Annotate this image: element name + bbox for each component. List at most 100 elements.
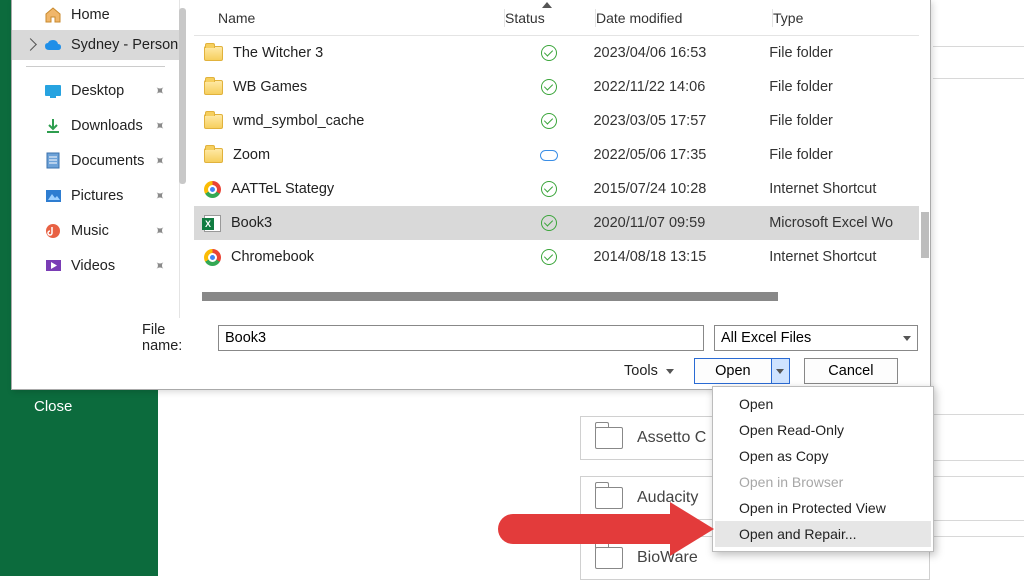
chevron-down-icon	[666, 369, 674, 374]
open-split-button[interactable]	[771, 359, 789, 383]
file-type: Internet Shortcut	[769, 181, 919, 197]
col-date[interactable]: Date modified	[596, 10, 772, 26]
home-icon	[44, 6, 62, 24]
file-name: The Witcher 3	[233, 45, 323, 61]
file-row[interactable]: wmd_symbol_cache2023/03/05 17:57File fol…	[194, 104, 919, 138]
menu-item[interactable]: Open as Copy	[715, 443, 931, 469]
menu-item[interactable]: Open and Repair...	[715, 521, 931, 547]
synced-status-icon	[541, 79, 557, 95]
nav-onedrive-label: Sydney - Person	[71, 37, 178, 53]
quick-documents[interactable]: Documents ✦	[12, 143, 179, 178]
quick-label: Pictures	[71, 188, 123, 204]
quick-label: Documents	[71, 153, 144, 169]
file-row[interactable]: Chromebook 2014/08/18 13:15Internet Short…	[194, 240, 919, 274]
open-button[interactable]: Open	[694, 358, 790, 384]
music-icon	[44, 222, 62, 240]
chrome-icon	[204, 249, 221, 266]
file-name: Zoom	[233, 147, 270, 163]
file-type: File folder	[769, 147, 919, 163]
pin-icon: ✦	[150, 116, 169, 135]
nav-onedrive-personal[interactable]: Sydney - Person	[12, 30, 179, 60]
quick-label: Music	[71, 223, 109, 239]
desktop-icon	[44, 82, 62, 100]
file-date: 2023/03/05 17:57	[593, 113, 769, 129]
open-button-label: Open	[695, 363, 771, 379]
col-status[interactable]: Status	[505, 10, 595, 26]
nav-home[interactable]: Home	[12, 0, 179, 30]
folder-icon	[204, 80, 223, 95]
pin-icon: ✦	[150, 221, 169, 240]
pin-icon: ✦	[150, 81, 169, 100]
menu-item[interactable]: Open	[715, 391, 931, 417]
filetype-dropdown[interactable]: All Excel Files	[714, 325, 918, 351]
quick-downloads[interactable]: Downloads ✦	[12, 108, 179, 143]
bg-grid	[933, 0, 1024, 576]
pin-icon: ✦	[150, 256, 169, 275]
column-headers: Name Status Date modified Type	[194, 0, 919, 36]
filename-input[interactable]	[218, 325, 704, 351]
documents-icon	[44, 152, 62, 170]
folder-icon	[204, 46, 223, 61]
tools-dropdown[interactable]: Tools	[624, 363, 674, 379]
separator	[26, 66, 165, 67]
quick-music[interactable]: Music ✦	[12, 213, 179, 248]
file-type: Internet Shortcut	[769, 249, 919, 265]
file-date: 2022/05/06 17:35	[593, 147, 769, 163]
menu-item[interactable]: Open Read-Only	[715, 417, 931, 443]
nav-sidebar: Home Sydney - Person Desktop ✦ Downloads…	[12, 0, 180, 318]
quick-pictures[interactable]: Pictures ✦	[12, 178, 179, 213]
chrome-icon	[204, 181, 221, 198]
file-row[interactable]: The Witcher 3 2023/04/06 16:53File folder	[194, 36, 919, 70]
file-name: Chromebook	[231, 249, 314, 265]
sort-indicator-icon	[542, 2, 552, 8]
quick-desktop[interactable]: Desktop ✦	[12, 73, 179, 108]
synced-status-icon	[541, 249, 557, 265]
quick-videos[interactable]: Videos ✦	[12, 248, 179, 283]
file-date: 2023/04/06 16:53	[593, 45, 769, 61]
chevron-down-icon	[776, 369, 784, 374]
col-type[interactable]: Type	[773, 10, 903, 26]
cloud-status-icon	[540, 150, 558, 161]
filename-label: File name:	[142, 322, 208, 354]
pin-icon: ✦	[150, 151, 169, 170]
file-list: Name Status Date modified Type The Witch…	[194, 0, 919, 300]
pin-icon: ✦	[150, 186, 169, 205]
file-row[interactable]: WB Games2022/11/22 14:06File folder	[194, 70, 919, 104]
close-label[interactable]: Close	[34, 398, 72, 415]
chevron-down-icon	[903, 336, 911, 341]
file-date: 2022/11/22 14:06	[593, 79, 769, 95]
file-type: File folder	[769, 45, 919, 61]
menu-item: Open in Browser	[715, 469, 931, 495]
file-date: 2015/07/24 10:28	[593, 181, 769, 197]
cancel-button[interactable]: Cancel	[804, 358, 898, 384]
app-side-panel	[0, 388, 158, 576]
folder-icon	[204, 114, 223, 129]
file-type: File folder	[769, 113, 919, 129]
filetype-selected: All Excel Files	[721, 330, 811, 346]
file-type: File folder	[769, 79, 919, 95]
col-name[interactable]: Name	[194, 10, 504, 26]
folder-icon	[595, 427, 623, 449]
synced-status-icon	[541, 45, 557, 61]
menu-item[interactable]: Open in Protected View	[715, 495, 931, 521]
file-name: Book3	[231, 215, 272, 231]
horizontal-scrollbar[interactable]	[202, 292, 778, 301]
nav-home-label: Home	[71, 7, 110, 23]
file-row[interactable]: Book32020/11/07 09:59Microsoft Excel Wo	[194, 206, 919, 240]
synced-status-icon	[541, 181, 557, 197]
synced-status-icon	[541, 113, 557, 129]
file-date: 2020/11/07 09:59	[593, 215, 769, 231]
sidebar-scrollbar[interactable]	[179, 8, 186, 184]
bg-tile-label: Assetto C	[637, 429, 706, 447]
file-date: 2014/08/18 13:15	[593, 249, 769, 265]
quick-label: Downloads	[71, 118, 143, 134]
synced-status-icon	[541, 215, 557, 231]
file-row[interactable]: Zoom 2022/05/06 17:35File folder	[194, 138, 919, 172]
vertical-scrollbar[interactable]	[921, 212, 929, 258]
annotation-arrow	[498, 502, 728, 556]
quick-label: Desktop	[71, 83, 124, 99]
file-name: AATTeL Stategy	[231, 181, 334, 197]
file-row[interactable]: AATTeL Stategy 2015/07/24 10:28Internet S…	[194, 172, 919, 206]
quick-label: Videos	[71, 258, 115, 274]
open-dropdown-menu: OpenOpen Read-OnlyOpen as CopyOpen in Br…	[712, 386, 934, 552]
